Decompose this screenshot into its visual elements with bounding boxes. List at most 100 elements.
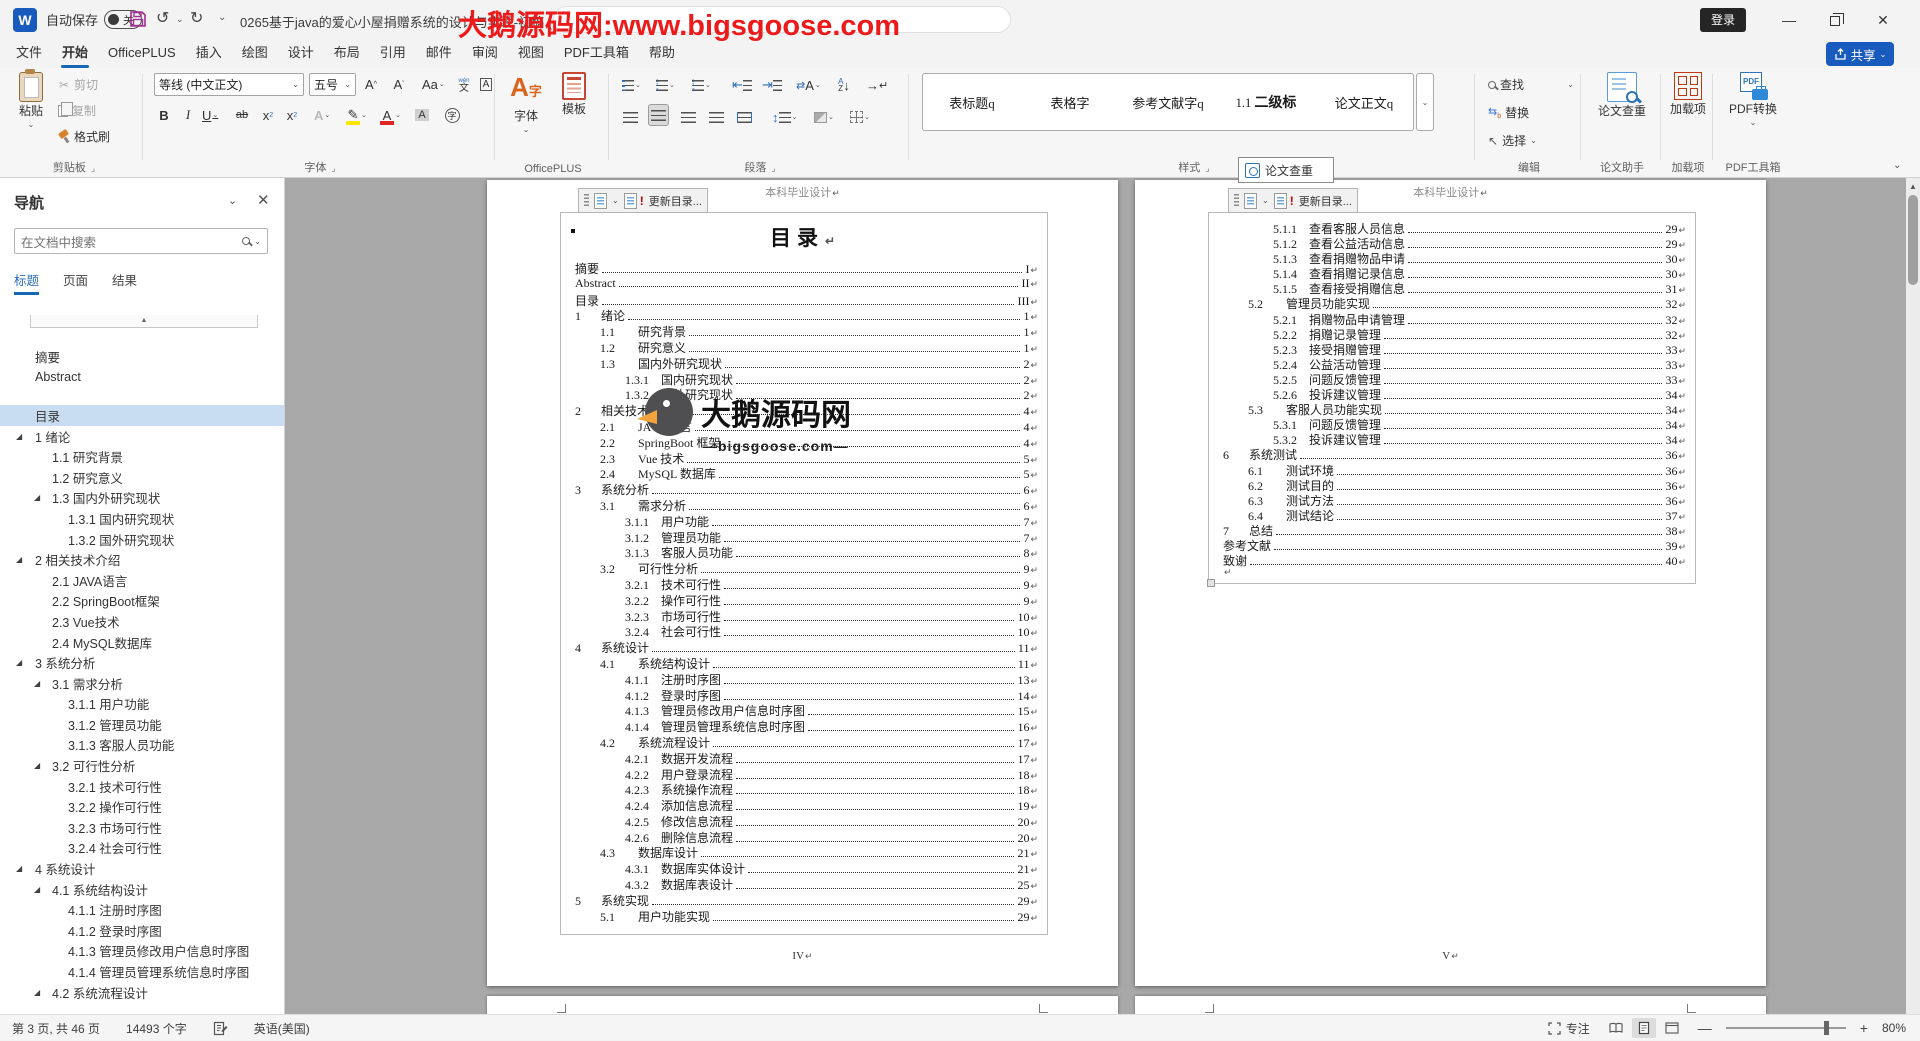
toc-entry[interactable]: 4.2 系统流程设计 17 ↵: [575, 734, 1038, 750]
language-indicator[interactable]: 英语(美国): [254, 1020, 310, 1037]
toc-entry[interactable]: 5.2.4 公益活动管理 33 ↵: [1223, 356, 1686, 372]
borders-button[interactable]: ⌄: [848, 106, 872, 128]
style-item[interactable]: 1.1 二级标: [1217, 92, 1315, 112]
nav-item[interactable]: ◢ 4 系统设计: [0, 858, 284, 879]
toc-entry[interactable]: 3.1.2 管理员功能 7 ↵: [575, 529, 1038, 545]
nav-item[interactable]: 摘要: [0, 346, 284, 367]
toc-entry[interactable]: 3.2 可行性分析 9 ↵: [575, 560, 1038, 576]
expand-triangle-icon[interactable]: ◢: [16, 658, 26, 667]
toc-entry[interactable]: 1.2 研究意义 1 ↵: [575, 339, 1038, 355]
nav-item[interactable]: ◢ 1.3 国内外研究现状: [0, 488, 284, 509]
style-item[interactable]: 表标题q: [923, 93, 1021, 112]
toc-entry[interactable]: 5.2.1 捐赠物品申请管理 32 ↵: [1223, 311, 1686, 327]
menu-tab-PDF工具箱[interactable]: PDF工具箱: [554, 40, 639, 68]
nav-item[interactable]: 目录: [0, 405, 284, 426]
character-shading-button[interactable]: A: [412, 104, 432, 126]
subscript-button[interactable]: x2: [258, 104, 278, 126]
align-left-button[interactable]: [620, 106, 640, 128]
nav-item[interactable]: 1.1 研究背景: [0, 446, 284, 467]
character-border-button[interactable]: A: [476, 73, 496, 95]
nav-item[interactable]: 2.3 Vue技术: [0, 611, 284, 632]
nav-item[interactable]: ◢ 4.1 系统结构设计: [0, 879, 284, 900]
toc-entry[interactable]: 4.3.1 数据库实体设计 21 ↵: [575, 860, 1038, 876]
paper-check-floating-button[interactable]: 论文查重: [1238, 157, 1334, 183]
align-right-button[interactable]: [678, 106, 698, 128]
multilevel-list-button[interactable]: ⌄: [690, 74, 713, 96]
style-item[interactable]: 表格字: [1021, 93, 1119, 112]
nav-item[interactable]: 4.1.1 注册时序图: [0, 899, 284, 920]
expand-triangle-icon[interactable]: ◢: [34, 988, 44, 997]
nav-item[interactable]: 3.2.3 市场可行性: [0, 817, 284, 838]
menu-tab-视图[interactable]: 视图: [508, 40, 554, 68]
paragraph-dialog-launcher-icon[interactable]: ⌟: [771, 163, 775, 174]
document-page-left[interactable]: 本科毕业设计↵ ⌄ ! 更新目录... 目录↵ 摘要 I ↵ Abstract II ↵ 目…: [487, 180, 1118, 986]
read-mode-button[interactable]: [1604, 1018, 1628, 1038]
nav-item[interactable]: ◢ 3 系统分析: [0, 652, 284, 673]
toc-entry[interactable]: 4.2.5 修改信息流程 20 ↵: [575, 813, 1038, 829]
window-close-button[interactable]: ✕: [1860, 0, 1906, 40]
highlight-color-button[interactable]: ✎ ⌄: [344, 104, 369, 126]
styles-dialog-launcher-icon[interactable]: ⌟: [1205, 163, 1209, 174]
change-case-button[interactable]: Aa ⌄: [420, 73, 447, 95]
toc-entry[interactable]: 4.1.3 管理员修改用户信息时序图 15 ↵: [575, 702, 1038, 718]
nav-item[interactable]: ◢ 2 相关技术介绍: [0, 549, 284, 570]
toc-entry[interactable]: 6.3 测试方法 36 ↵: [1223, 492, 1686, 508]
officeplus-font-button[interactable]: A字 字体 ⌄: [504, 72, 548, 134]
toc-entry[interactable]: Abstract II ↵: [575, 276, 1038, 292]
focus-mode-button[interactable]: 专注: [1548, 1020, 1590, 1037]
document-canvas[interactable]: 本科毕业设计↵ ⌄ ! 更新目录... 目录↵ 摘要 I ↵ Abstract II ↵ 目…: [285, 178, 1920, 1014]
asian-layout-button[interactable]: ⇄ A ⌄: [794, 74, 823, 96]
nav-item[interactable]: 1.3.1 国内研究现状: [0, 508, 284, 529]
nav-item[interactable]: 2.1 JAVA语言: [0, 570, 284, 591]
format-painter-button[interactable]: 格式刷: [58, 128, 110, 145]
shading-button[interactable]: ⌄: [812, 106, 836, 128]
menu-tab-绘图[interactable]: 绘图: [232, 40, 278, 68]
styles-gallery-more-button[interactable]: ⌄: [1416, 73, 1434, 131]
clipboard-dialog-launcher-icon[interactable]: ⌟: [91, 163, 95, 174]
menu-tab-设计[interactable]: 设计: [278, 40, 324, 68]
expand-triangle-icon[interactable]: ◢: [34, 679, 44, 688]
toc-entry[interactable]: 5.1 用户功能实现 29 ↵: [575, 908, 1038, 924]
paste-button[interactable]: 粘贴 ⌄: [10, 69, 52, 129]
text-effects-button[interactable]: A ⌄: [312, 104, 332, 126]
word-count[interactable]: 14493 个字: [126, 1020, 187, 1037]
select-button[interactable]: ↖ 选择 ⌄: [1488, 132, 1537, 149]
expand-triangle-icon[interactable]: ◢: [16, 864, 26, 873]
menu-tab-插入[interactable]: 插入: [186, 40, 232, 68]
officeplus-template-button[interactable]: 模板: [552, 72, 596, 116]
toc-field-dropdown-icon[interactable]: ⌄: [612, 196, 619, 205]
toc-entry[interactable]: 5.1.2 查看公益活动信息 29 ↵: [1223, 235, 1686, 251]
toc-entry[interactable]: 5.1.1 查看客服人员信息 29 ↵: [1223, 220, 1686, 236]
style-item[interactable]: 参考文献字q: [1119, 93, 1217, 112]
menu-tab-邮件[interactable]: 邮件: [416, 40, 462, 68]
toc-entry[interactable]: 4.1.2 登录时序图 14 ↵: [575, 687, 1038, 703]
share-button[interactable]: 共享 ⌄: [1826, 42, 1894, 66]
toc-entry[interactable]: 4.2.1 数据开发流程 17 ↵: [575, 750, 1038, 766]
zoom-level[interactable]: 80%: [1882, 1021, 1906, 1035]
navigation-collapse-icon[interactable]: ⌄: [228, 194, 237, 207]
toc-entry[interactable]: 5.3.2 投诉建议管理 34 ↵: [1223, 431, 1686, 447]
toc-entry[interactable]: 3.1.1 用户功能 7 ↵: [575, 513, 1038, 529]
expand-triangle-icon[interactable]: ◢: [34, 761, 44, 770]
underline-button[interactable]: U ⌄: [200, 104, 220, 126]
toc-entry[interactable]: 5 系统实现 29 ↵: [575, 892, 1038, 908]
grow-font-button[interactable]: A ^: [361, 73, 381, 95]
sort-button[interactable]: A Z ↓: [834, 74, 854, 96]
increase-indent-button[interactable]: ⇥: [760, 74, 784, 96]
toc-entry[interactable]: 1.3.1 国内研究现状 2 ↵: [575, 371, 1038, 387]
font-size-combobox[interactable]: 五号 ⌄: [309, 73, 356, 96]
shrink-font-button[interactable]: Aˇ: [389, 73, 409, 95]
toc-entry[interactable]: 5.1.5 查看接受捐赠信息 31 ↵: [1223, 280, 1686, 296]
toolbar-grip-icon[interactable]: [584, 193, 589, 208]
toc-entry[interactable]: 1.1 研究背景 1 ↵: [575, 323, 1038, 339]
phonetic-guide-button[interactable]: wén 文: [454, 73, 474, 95]
nav-item[interactable]: 3.2.4 社会可行性: [0, 838, 284, 859]
enclose-characters-button[interactable]: 字: [442, 104, 462, 126]
italic-button[interactable]: I: [178, 104, 198, 126]
nav-item[interactable]: 4.1.4 管理员管理系统信息时序图: [0, 961, 284, 982]
window-restore-button[interactable]: [1812, 0, 1858, 40]
toc-entry[interactable]: 5.3 客服人员功能实现 34 ↵: [1223, 401, 1686, 417]
toc-field-toolbar[interactable]: ⌄ ! 更新目录...: [1228, 188, 1358, 213]
decrease-indent-button[interactable]: ⇤: [730, 74, 754, 96]
font-dialog-launcher-icon[interactable]: ⌟: [331, 163, 335, 174]
